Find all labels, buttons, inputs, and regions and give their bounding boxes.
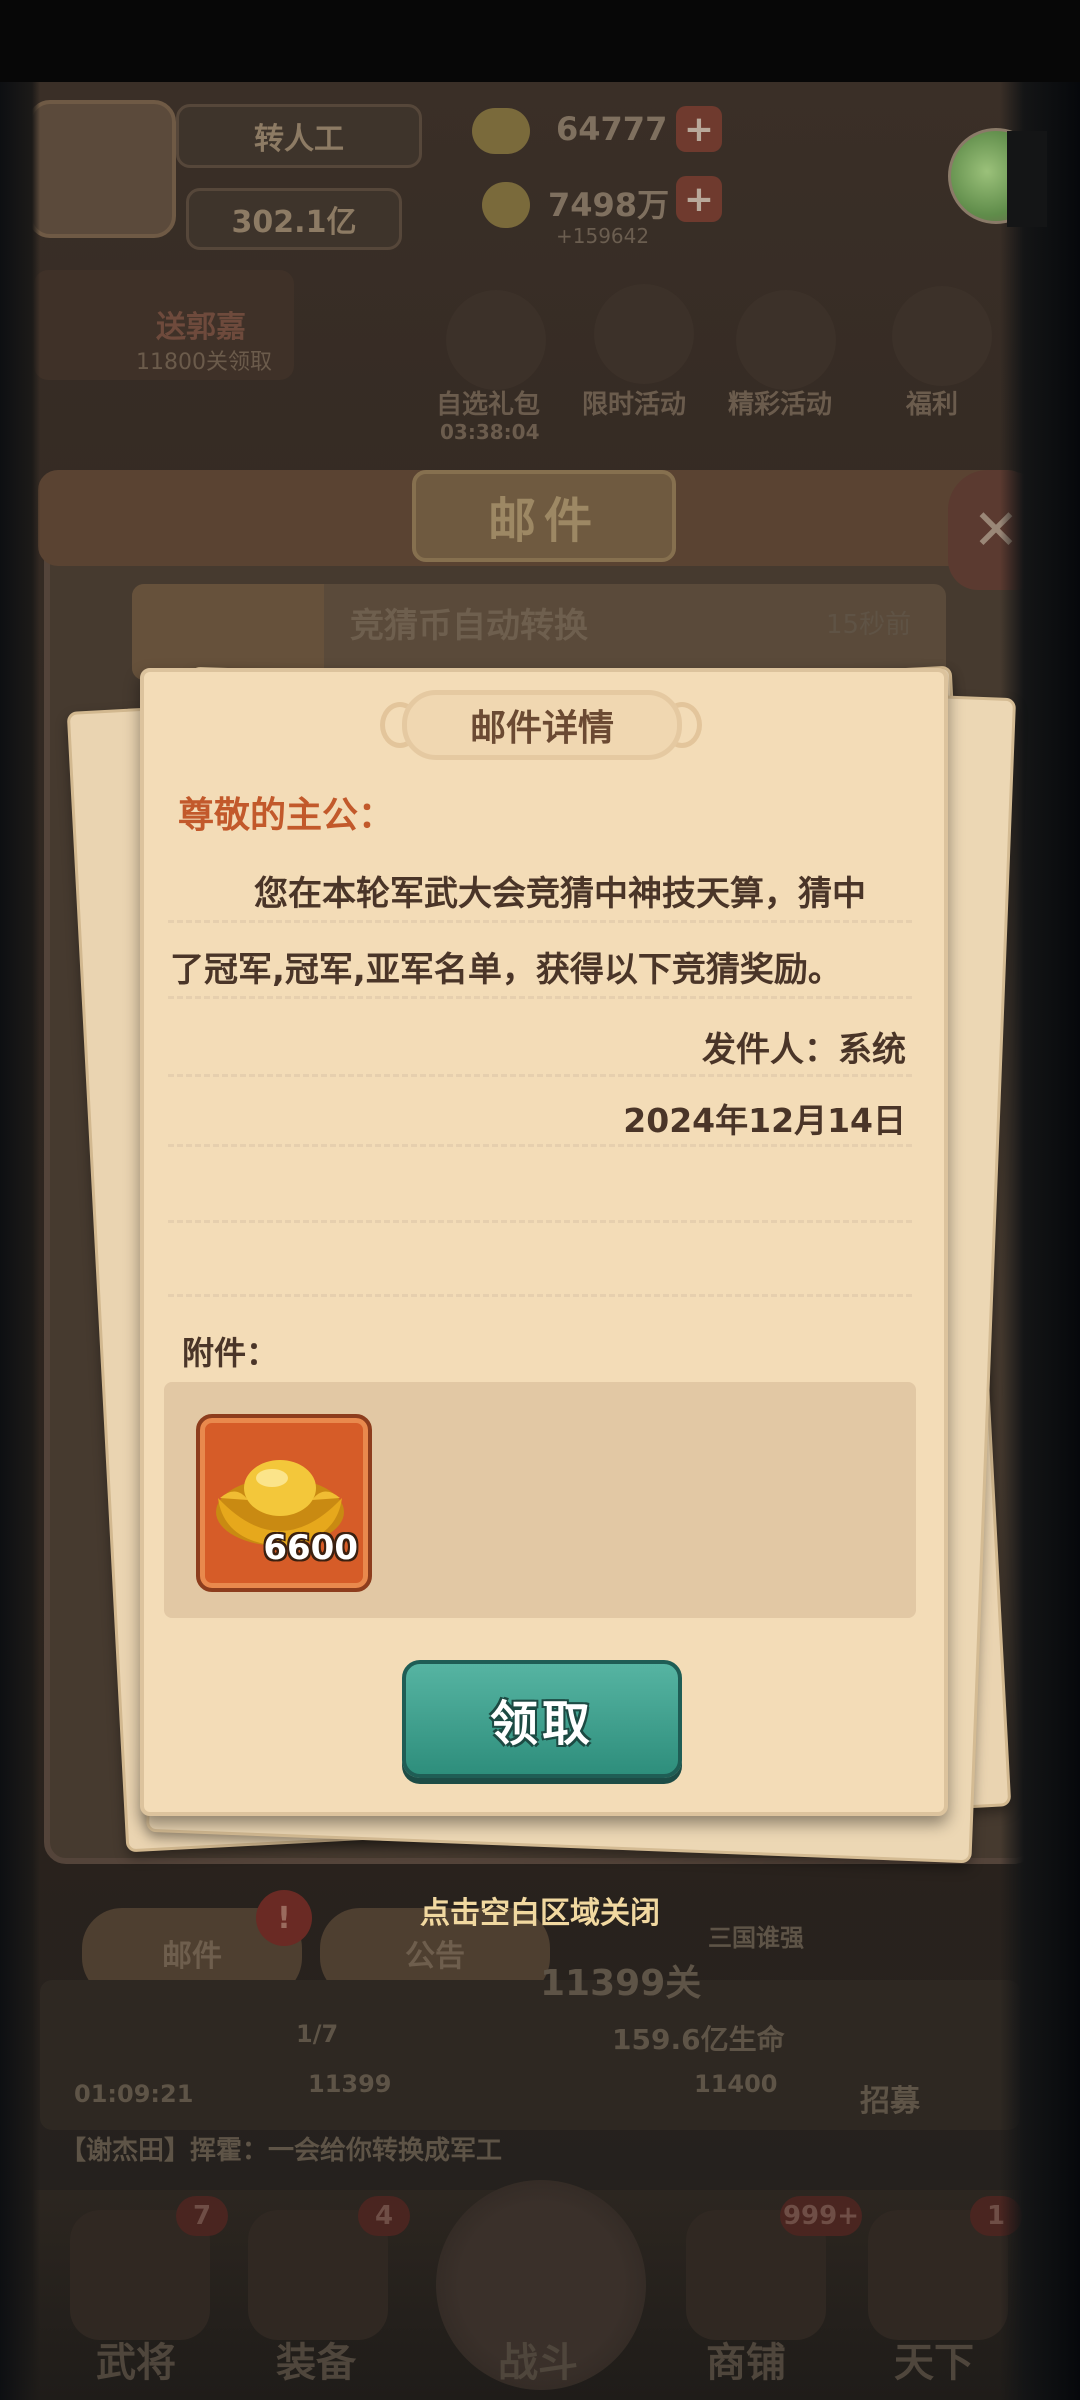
coin-add-button: + — [676, 176, 722, 222]
chat-ticker: 【谢杰田】挥霍：一会给你转换成军工 — [60, 2136, 503, 2166]
claim-button[interactable]: 领取 — [402, 1660, 682, 1778]
event-timer: 03:38:04 — [440, 420, 540, 444]
name-button: 转人工 — [176, 104, 422, 168]
mail-date: 2024年12月14日 — [623, 1101, 906, 1140]
line-divider — [168, 1294, 912, 1297]
mail-body-line-2: 了冠军,冠军,亚军名单，获得以下竞猜奖励。 — [170, 950, 842, 990]
line-divider — [168, 1220, 912, 1223]
right-edge-shade — [1000, 82, 1080, 2400]
mail-board-title: 邮件 — [412, 470, 676, 562]
event-label-1: 自选礼包 — [436, 390, 541, 420]
level-next: 11400 — [694, 2070, 778, 2098]
nav-shop-badge: 999+ — [780, 2196, 862, 2236]
power-display: 302.1亿 — [186, 188, 402, 250]
nav-generals-badge: 7 — [176, 2196, 228, 2236]
stage-progress: 1/7 — [296, 2020, 339, 2048]
mail-detail-dialog — [140, 668, 948, 1816]
nav-battle: 战斗 — [498, 2340, 578, 2386]
attachment-label: 附件： — [182, 1334, 279, 1372]
event-icon-1 — [446, 290, 546, 390]
dialog-title: 邮件详情 — [402, 690, 682, 760]
coin-icon — [482, 182, 530, 228]
promo-subtitle: 11800关领取 — [136, 350, 272, 375]
line-divider — [168, 1144, 912, 1147]
event-icon-3 — [736, 290, 836, 390]
event-icon-2 — [594, 284, 694, 384]
assistant-avatar-icon[interactable] — [948, 128, 1047, 227]
event-label-4: 福利 — [906, 390, 959, 420]
mail-item-title: 竞猜币自动转换 — [350, 606, 588, 646]
line-divider — [168, 996, 912, 999]
gold-icon — [472, 108, 530, 154]
close-hint[interactable]: 点击空白区域关闭 — [300, 1888, 780, 1932]
nav-shop: 商铺 — [706, 2340, 786, 2386]
dialog-title-banner: 邮件详情 — [380, 686, 702, 762]
player-avatar — [28, 100, 176, 238]
gold-add-button: + — [676, 106, 722, 152]
nav-equipment: 装备 — [276, 2340, 356, 2386]
event-icon-4 — [892, 286, 992, 386]
nav-equipment-badge: 4 — [358, 2196, 410, 2236]
recruit-label: 招募 — [860, 2084, 920, 2119]
event-label-3: 精彩活动 — [728, 390, 833, 420]
nav-world: 天下 — [894, 2340, 974, 2386]
idle-timer: 01:09:21 — [74, 2080, 194, 2108]
status-bar — [0, 0, 1080, 82]
event-label-2: 限时活动 — [582, 390, 687, 420]
level-current: 11399 — [308, 2070, 392, 2098]
stage-label: 11399关 — [540, 1963, 702, 2004]
mail-item-icon — [132, 584, 324, 680]
mail-item-time: 15秒前 — [826, 610, 912, 640]
mail-body-line-1: 您在本轮军武大会竞猜中神技天算，猜中 — [254, 874, 866, 914]
boss-hp: 159.6亿生命 — [612, 2023, 785, 2056]
reward-quantity: 6600 — [263, 1528, 358, 1568]
mail-sender: 发件人：系统 — [702, 1030, 906, 1070]
line-divider — [168, 920, 912, 923]
line-divider — [168, 1074, 912, 1077]
left-edge-shade — [0, 82, 40, 2400]
nav-generals: 武将 — [96, 2340, 176, 2386]
gold-amount: 64777 — [556, 110, 668, 148]
coin-income: +159642 — [556, 224, 650, 248]
coin-amount: 7498万 — [548, 186, 670, 224]
promo-title: 送郭嘉 — [156, 310, 246, 345]
mail-salutation: 尊敬的主公： — [178, 795, 395, 836]
